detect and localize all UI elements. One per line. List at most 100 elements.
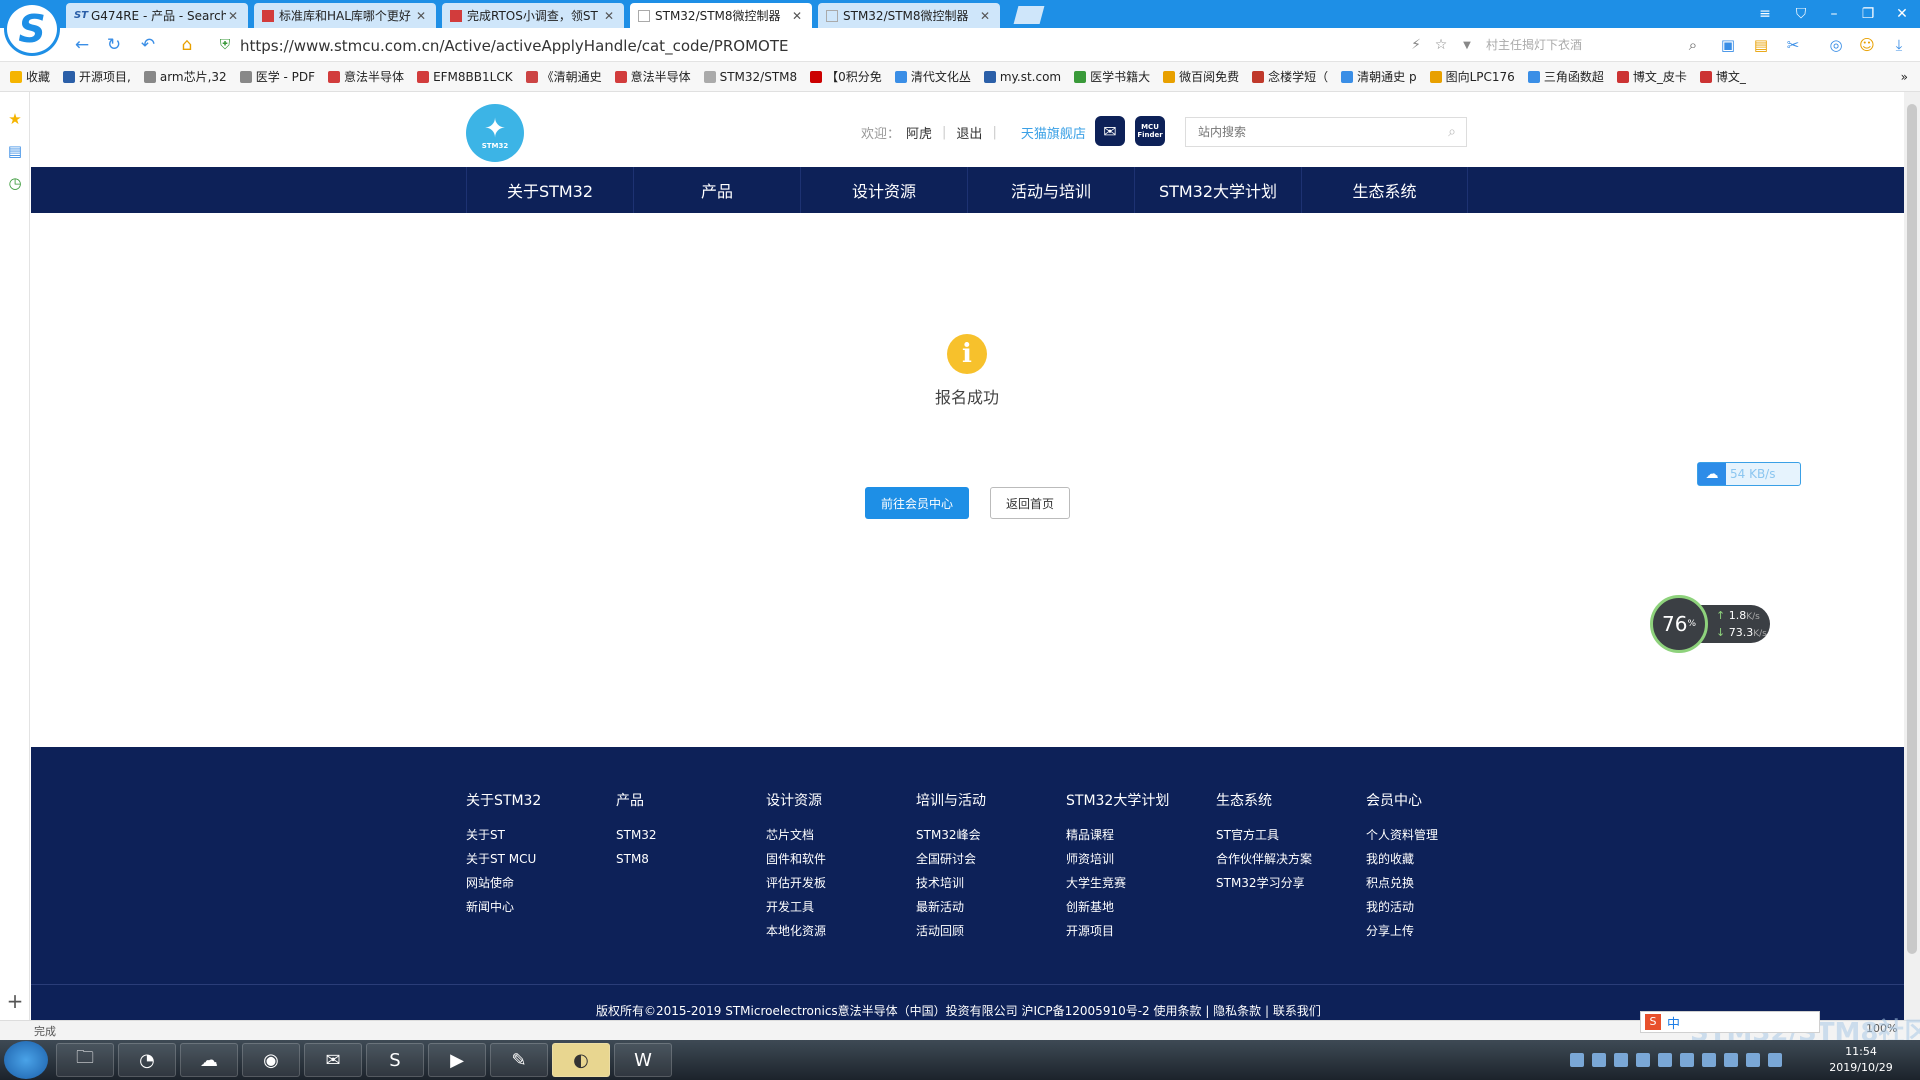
- tray-icon[interactable]: [1570, 1053, 1584, 1067]
- bookmark-item[interactable]: my.st.com: [983, 70, 1061, 84]
- footer-heading[interactable]: 设计资源: [766, 790, 916, 810]
- footer-link[interactable]: 合作伙伴解决方案: [1216, 847, 1366, 871]
- tmall-store-link[interactable]: 天猫旗舰店: [1021, 123, 1086, 142]
- url-input[interactable]: https://www.stmcu.com.cn/Active/activeAp…: [240, 36, 940, 56]
- tray-icon[interactable]: [1746, 1053, 1760, 1067]
- sogou-browser-icon[interactable]: S: [366, 1043, 424, 1077]
- footer-link[interactable]: 全国研讨会: [916, 847, 1066, 871]
- nav-university-program[interactable]: STM32大学计划: [1134, 167, 1301, 213]
- netdisk-icon[interactable]: ☁: [180, 1043, 238, 1077]
- username-link[interactable]: 阿虎: [906, 123, 932, 142]
- lightning-icon[interactable]: ⚡: [1405, 34, 1427, 56]
- wechat-icon[interactable]: ✉: [1095, 116, 1125, 146]
- tray-icon[interactable]: [1658, 1053, 1672, 1067]
- search-icon[interactable]: ⌕: [1682, 34, 1704, 56]
- clipboard-icon[interactable]: ▤: [1750, 34, 1772, 56]
- footer-link[interactable]: 我的收藏: [1366, 847, 1516, 871]
- tab-stm32[interactable]: STM32/STM8微控制器 ✕: [818, 3, 1000, 28]
- add-icon[interactable]: +: [6, 989, 24, 1013]
- bookmark-item[interactable]: 【0积分免: [810, 68, 882, 85]
- footer-link[interactable]: STM8: [616, 847, 766, 871]
- footer-heading[interactable]: STM32大学计划: [1066, 790, 1216, 810]
- star-icon[interactable]: ☆: [1430, 34, 1452, 56]
- tray-icon[interactable]: [1680, 1053, 1694, 1067]
- footer-link[interactable]: 技术培训: [916, 871, 1066, 895]
- bookmark-item[interactable]: 博文_皮卡: [1616, 68, 1687, 85]
- browser-search-input[interactable]: 村主任揭灯下衣酒: [1486, 33, 1706, 57]
- new-tab-button[interactable]: [1013, 6, 1045, 24]
- footer-heading[interactable]: 关于STM32: [466, 790, 616, 810]
- tab-rtos-survey[interactable]: 完成RTOS小调查，领ST ✕: [442, 3, 624, 28]
- bookmark-item[interactable]: 微百阅免费: [1163, 68, 1239, 85]
- footer-link[interactable]: 开发工具: [766, 895, 916, 919]
- footer-heading[interactable]: 培训与活动: [916, 790, 1066, 810]
- minimize-icon[interactable]: –: [1822, 3, 1846, 25]
- favorites-icon[interactable]: ★: [6, 110, 24, 128]
- bookmark-item[interactable]: 图向LPC176: [1429, 68, 1515, 85]
- bookmark-item[interactable]: 意法半导体: [614, 68, 691, 85]
- wps-icon[interactable]: W: [614, 1043, 672, 1077]
- scrollbar-thumb[interactable]: [1907, 104, 1917, 954]
- close-window-icon[interactable]: ✕: [1890, 3, 1914, 25]
- chrome-icon[interactable]: ◉: [242, 1043, 300, 1077]
- footer-link[interactable]: 创新基地: [1066, 895, 1216, 919]
- tab-g474re[interactable]: ST G474RE - 产品 - Search ✕: [66, 3, 248, 28]
- nav-ecosystem[interactable]: 生态系统: [1301, 167, 1468, 213]
- bookmark-item[interactable]: 《清朝通史: [525, 68, 602, 85]
- scissors-icon[interactable]: ✂: [1782, 34, 1804, 56]
- footer-link[interactable]: 积点兑换: [1366, 871, 1516, 895]
- footer-link[interactable]: 我的活动: [1366, 895, 1516, 919]
- file-explorer-icon[interactable]: 🗀: [56, 1043, 114, 1077]
- menu-icon[interactable]: ≡: [1753, 3, 1777, 25]
- qq-icon[interactable]: ◔: [118, 1043, 176, 1077]
- pads-icon[interactable]: ✎: [490, 1043, 548, 1077]
- return-home-button[interactable]: 返回首页: [990, 487, 1070, 519]
- nav-design-resources[interactable]: 设计资源: [800, 167, 967, 213]
- footer-link[interactable]: 活动回顾: [916, 919, 1066, 943]
- bookmark-item[interactable]: STM32/STM8: [703, 70, 797, 84]
- nav-about-stm32[interactable]: 关于STM32: [466, 167, 633, 213]
- download-speed-widget[interactable]: ☁ 54 KB/s: [1697, 462, 1801, 486]
- bookmark-item[interactable]: 清代文化丛: [894, 68, 971, 85]
- network-monitor[interactable]: ↑ 1.8K/s ↓ 73.3K/s 76%: [1650, 595, 1770, 653]
- clock[interactable]: 11:54 2019/10/29: [1826, 1044, 1896, 1076]
- bookmark-item[interactable]: 医学 - PDF: [239, 68, 315, 85]
- footer-link[interactable]: 个人资料管理: [1366, 823, 1516, 847]
- app-icon[interactable]: ◐: [552, 1043, 610, 1077]
- bookmark-item[interactable]: 博文_: [1699, 68, 1746, 85]
- zoom-icon[interactable]: ◎: [1825, 34, 1847, 56]
- footer-link[interactable]: STM32学习分享: [1216, 871, 1366, 895]
- ime-toolbar[interactable]: S 中: [1640, 1011, 1820, 1033]
- footer-link[interactable]: ST官方工具: [1216, 823, 1366, 847]
- footer-link[interactable]: 分享上传: [1366, 919, 1516, 943]
- download-icon[interactable]: ⤓: [1888, 34, 1910, 56]
- footer-link[interactable]: STM32: [616, 823, 766, 847]
- tray-icon[interactable]: [1768, 1053, 1782, 1067]
- tab-hal-library[interactable]: 标准库和HAL库哪个更好 ✕: [254, 3, 436, 28]
- logout-link[interactable]: 退出: [956, 123, 982, 142]
- footer-link[interactable]: 芯片文档: [766, 823, 916, 847]
- bookmark-item[interactable]: 收藏: [10, 68, 50, 85]
- footer-heading[interactable]: 生态系统: [1216, 790, 1366, 810]
- refresh-icon[interactable]: ↻: [103, 34, 125, 56]
- ime-mode[interactable]: 中: [1667, 1013, 1680, 1032]
- member-center-button[interactable]: 前往会员中心: [865, 487, 969, 519]
- start-button[interactable]: [4, 1041, 48, 1079]
- footer-link[interactable]: 最新活动: [916, 895, 1066, 919]
- footer-link[interactable]: 本地化资源: [766, 919, 916, 943]
- more-bookmarks-icon[interactable]: »: [1901, 70, 1908, 84]
- translate-icon[interactable]: ▣: [1717, 34, 1739, 56]
- browser-logo[interactable]: S: [4, 2, 60, 56]
- tray-icon[interactable]: [1592, 1053, 1606, 1067]
- tab-stm32-active[interactable]: STM32/STM8微控制器 ✕: [630, 3, 812, 28]
- wechat-app-icon[interactable]: ✉: [304, 1043, 362, 1077]
- close-icon[interactable]: ✕: [226, 9, 240, 23]
- footer-link[interactable]: 评估开发板: [766, 871, 916, 895]
- smiley-icon[interactable]: ☺: [1856, 34, 1878, 56]
- close-icon[interactable]: ✕: [414, 9, 428, 23]
- system-tray[interactable]: [1570, 1050, 1820, 1070]
- search-icon[interactable]: ⌕: [1448, 124, 1456, 140]
- tray-icon[interactable]: [1614, 1053, 1628, 1067]
- mcu-finder-icon[interactable]: MCU Finder: [1135, 116, 1165, 146]
- restore-icon[interactable]: ❐: [1856, 3, 1880, 25]
